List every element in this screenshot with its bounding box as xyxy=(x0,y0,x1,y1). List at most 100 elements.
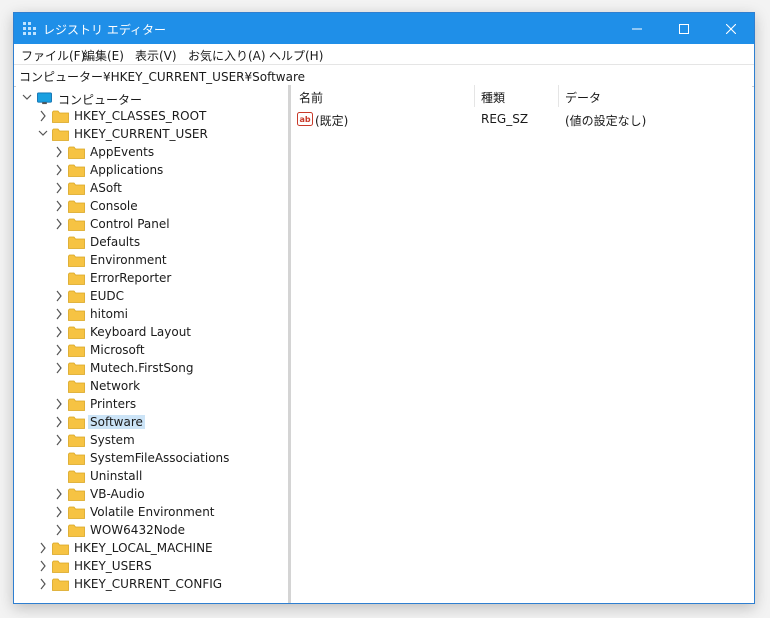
chevron-right-icon[interactable] xyxy=(54,344,64,356)
tree-item[interactable]: Defaults xyxy=(16,233,288,251)
value-data: (値の設定なし) xyxy=(565,114,647,128)
chevron-right-icon[interactable] xyxy=(54,164,64,176)
chevron-right-icon[interactable] xyxy=(54,434,64,446)
folder-icon xyxy=(52,110,69,123)
tree-item-selected[interactable]: Software xyxy=(16,413,288,431)
folder-icon xyxy=(68,416,85,429)
tree-item[interactable]: EUDC xyxy=(16,287,288,305)
chevron-right-icon[interactable] xyxy=(54,290,64,302)
value-row[interactable]: ab (既定) REG_SZ (値の設定なし) xyxy=(291,109,752,129)
tree-item-label: HKEY_USERS xyxy=(74,559,152,573)
tree-item-label: Uninstall xyxy=(90,469,143,483)
tree-item-label: ASoft xyxy=(90,181,122,195)
chevron-right-icon[interactable] xyxy=(38,542,48,554)
column-divider[interactable] xyxy=(474,85,475,107)
tree-item[interactable]: hitomi xyxy=(16,305,288,323)
folder-icon xyxy=(68,452,85,465)
tree-item[interactable]: Uninstall xyxy=(16,467,288,485)
tree-item[interactable]: SystemFileAssociations xyxy=(16,449,288,467)
tree-item[interactable]: Mutech.FirstSong xyxy=(16,359,288,377)
chevron-down-icon[interactable] xyxy=(22,92,32,104)
minimize-icon xyxy=(632,28,642,29)
tree-item[interactable]: VB-Audio xyxy=(16,485,288,503)
menu-file[interactable]: ファイル(F) xyxy=(21,47,85,64)
chevron-right-icon[interactable] xyxy=(38,560,48,572)
chevron-right-icon[interactable] xyxy=(54,398,64,410)
chevron-right-icon[interactable] xyxy=(54,218,64,230)
chevron-right-icon[interactable] xyxy=(54,326,64,338)
tree-item-label: EUDC xyxy=(90,289,124,303)
menu-edit[interactable]: 編集(E) xyxy=(83,47,124,64)
chevron-right-icon[interactable] xyxy=(54,146,64,158)
tree-hive[interactable]: HKEY_CLASSES_ROOT xyxy=(16,107,288,125)
address-path[interactable]: コンピューター¥HKEY_CURRENT_USER¥Software xyxy=(19,68,305,85)
tree-item[interactable]: ErrorReporter xyxy=(16,269,288,287)
tree-item[interactable]: Control Panel xyxy=(16,215,288,233)
chevron-right-icon[interactable] xyxy=(54,506,64,518)
key-tree-pane[interactable]: コンピューター HKEY_CLASSES_ROOT HKEY_CURRENT_USE… xyxy=(16,85,288,603)
tree-hive[interactable]: HKEY_LOCAL_MACHINE xyxy=(16,539,288,557)
tree-item[interactable]: Applications xyxy=(16,161,288,179)
tree-item[interactable]: ASoft xyxy=(16,179,288,197)
menu-view[interactable]: 表示(V) xyxy=(135,47,177,64)
tree-item[interactable]: Environment xyxy=(16,251,288,269)
folder-icon xyxy=(52,560,69,573)
folder-icon xyxy=(68,506,85,519)
tree-item[interactable]: Volatile Environment xyxy=(16,503,288,521)
column-divider[interactable] xyxy=(558,85,559,107)
window-title: レジストリ エディター xyxy=(43,23,166,37)
tree-hive[interactable]: HKEY_CURRENT_CONFIG xyxy=(16,575,288,593)
title-bar[interactable]: レジストリ エディター xyxy=(14,13,754,44)
tree-hive[interactable]: HKEY_USERS xyxy=(16,557,288,575)
tree-item[interactable]: Network xyxy=(16,377,288,395)
tree-item-label: コンピューター xyxy=(58,93,143,107)
tree-item[interactable]: WOW6432Node xyxy=(16,521,288,539)
menu-favorites[interactable]: お気に入り(A) xyxy=(188,47,266,64)
folder-icon xyxy=(68,308,85,321)
chevron-right-icon[interactable] xyxy=(54,362,64,374)
tree-item-label: Software xyxy=(88,415,145,429)
tree-item-label: Printers xyxy=(90,397,137,411)
tree-item-label: System xyxy=(90,433,135,447)
menu-help[interactable]: ヘルプ(H) xyxy=(269,47,323,64)
tree-hive[interactable]: HKEY_CURRENT_USER xyxy=(16,125,288,143)
chevron-right-icon[interactable] xyxy=(54,182,64,194)
value-name: (既定) xyxy=(315,114,349,128)
values-pane[interactable]: 名前 種類 データ ab (既定) REG_SZ (値の設定なし) xyxy=(291,85,752,603)
close-button[interactable] xyxy=(708,13,754,44)
folder-icon xyxy=(68,146,85,159)
minimize-button[interactable] xyxy=(614,13,660,44)
maximize-button[interactable] xyxy=(661,13,707,44)
address-bar[interactable]: コンピューター¥HKEY_CURRENT_USER¥Software xyxy=(14,64,754,87)
tree-item[interactable]: Printers xyxy=(16,395,288,413)
tree-item-label: HKEY_CURRENT_USER xyxy=(74,127,208,141)
tree-root-computer[interactable]: コンピューター xyxy=(16,89,288,107)
column-header-data[interactable]: データ xyxy=(565,89,601,106)
column-header-name[interactable]: 名前 xyxy=(299,89,323,106)
tree-item-label: Applications xyxy=(90,163,164,177)
chevron-right-icon[interactable] xyxy=(54,308,64,320)
folder-icon xyxy=(68,272,85,285)
tree-item[interactable]: Console xyxy=(16,197,288,215)
tree-item-label: SystemFileAssociations xyxy=(90,451,230,465)
tree-item-label: HKEY_CLASSES_ROOT xyxy=(74,109,207,123)
chevron-down-icon[interactable] xyxy=(38,128,48,140)
folder-icon xyxy=(68,470,85,483)
column-header-type[interactable]: 種類 xyxy=(481,89,505,106)
chevron-right-icon[interactable] xyxy=(38,578,48,590)
close-icon xyxy=(726,23,736,34)
chevron-right-icon[interactable] xyxy=(54,524,64,536)
chevron-right-icon[interactable] xyxy=(54,488,64,500)
chevron-right-icon[interactable] xyxy=(54,200,64,212)
value-type: REG_SZ xyxy=(481,112,529,126)
tree-item[interactable]: Microsoft xyxy=(16,341,288,359)
folder-icon xyxy=(68,200,85,213)
tree-item[interactable]: AppEvents xyxy=(16,143,288,161)
chevron-right-icon[interactable] xyxy=(54,416,64,428)
tree-item[interactable]: Keyboard Layout xyxy=(16,323,288,341)
tree-item[interactable]: System xyxy=(16,431,288,449)
folder-icon xyxy=(52,128,69,141)
computer-icon xyxy=(37,92,52,105)
folder-icon xyxy=(68,344,85,357)
chevron-right-icon[interactable] xyxy=(38,110,48,122)
